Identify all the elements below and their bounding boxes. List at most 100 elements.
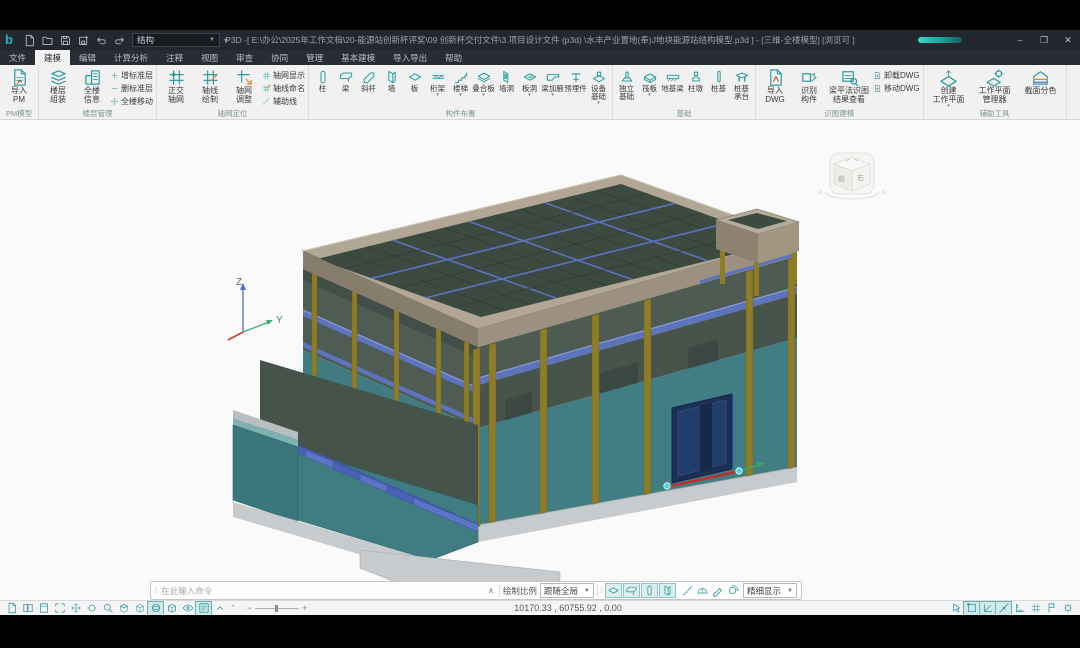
tab-10[interactable]: 导入导出 [384, 50, 436, 65]
ribbon-button[interactable]: 柱 [311, 66, 334, 109]
tab-3[interactable]: 计算分析 [105, 50, 157, 65]
orbit-3d-icon[interactable] [148, 602, 163, 615]
ribbon-button[interactable]: 板洞▾ [518, 66, 541, 109]
new-button[interactable] [21, 32, 37, 48]
selection-grip[interactable] [736, 468, 742, 474]
viewports-icon[interactable] [20, 602, 35, 615]
tab-0[interactable]: 文件 [0, 50, 35, 65]
visibility-icon[interactable] [180, 602, 195, 615]
tab-5[interactable]: 视图 [192, 50, 227, 65]
tab-11[interactable]: 帮助 [436, 50, 471, 65]
ribbon-small-button[interactable]: 辅助线 [262, 95, 305, 107]
ribbon-button[interactable]: 预埋件 [564, 66, 587, 109]
command-input[interactable] [159, 585, 483, 597]
model-3d-view[interactable]: Z Y 前 右 [0, 120, 1080, 600]
orbit-icon[interactable] [725, 583, 740, 598]
sheet-icon[interactable] [36, 602, 51, 615]
toggle-beam-display[interactable] [623, 583, 640, 598]
protractor-icon[interactable] [695, 583, 710, 598]
open-button[interactable] [39, 32, 55, 48]
ribbon-small-button[interactable]: 轴网显示 [262, 69, 305, 81]
save-button[interactable] [57, 32, 73, 48]
snap-line-icon[interactable] [996, 602, 1011, 615]
ribbon-button[interactable]: 轴网 调整 [227, 66, 261, 109]
ribbon-button[interactable]: 梁加腋▾ [541, 66, 564, 109]
zoom-slider[interactable]: − + [247, 603, 308, 613]
collapse-button[interactable]: ∧ [486, 586, 496, 595]
viewport[interactable]: Z Y 前 右 ⁞ ∧ 绘制比例 跟随全局 [0, 120, 1080, 600]
ribbon-small-button[interactable]: 卸载DWG [873, 69, 920, 81]
ribbon-button[interactable]: 楼梯▾ [449, 66, 472, 109]
gear-icon[interactable] [1060, 602, 1075, 615]
shade-mode-icon[interactable] [164, 602, 179, 615]
tab-7[interactable]: 协同 [262, 50, 297, 65]
view-e-icon[interactable] [132, 602, 147, 615]
tab-1[interactable]: 建模 [35, 50, 70, 65]
save-as-button[interactable] [75, 32, 91, 48]
view-n-icon[interactable] [116, 602, 131, 615]
tab-9[interactable]: 基本建模 [332, 50, 384, 65]
selection-grip[interactable] [664, 483, 670, 489]
ribbon-button[interactable]: 轴线 绘制 [193, 66, 227, 109]
ribbon-button[interactable]: 识别 构件 [792, 66, 826, 109]
marker-icon[interactable] [1044, 602, 1059, 615]
ribbon-small-button[interactable]: 移动DWG [873, 82, 920, 94]
slider-track[interactable] [255, 608, 299, 609]
toggle-col-display[interactable] [641, 583, 658, 598]
ribbon-button[interactable]: 导入 DWG [758, 66, 792, 109]
toggle-wall-display[interactable] [659, 583, 676, 598]
fit-extents-icon[interactable] [52, 602, 67, 615]
drag-handle-icon[interactable]: ⁞ [155, 586, 156, 595]
ribbon-button[interactable]: 斜杆 [357, 66, 380, 109]
tab-4[interactable]: 注释 [157, 50, 192, 65]
close-button[interactable]: ✕ [1056, 30, 1080, 50]
ribbon-button[interactable]: 柱墩 [684, 66, 707, 109]
snap-angle-icon[interactable] [980, 602, 995, 615]
ribbon-button[interactable]: 独立 基础 [615, 66, 638, 109]
slider-knob[interactable] [275, 605, 278, 612]
grid-snap-icon[interactable] [1028, 602, 1043, 615]
drag-handle-icon[interactable]: ⁞ [601, 586, 602, 595]
ribbon-button[interactable]: 正交 轴网 [159, 66, 193, 109]
tab-2[interactable]: 编辑 [70, 50, 105, 65]
minimize-button[interactable]: – [1008, 30, 1032, 50]
ribbon-button[interactable]: 全楼 信息 [75, 66, 109, 109]
ruler-icon[interactable] [1012, 602, 1027, 615]
zoom-out-button[interactable]: − [247, 603, 252, 613]
ribbon-button[interactable]: 地基梁 [661, 66, 684, 109]
ribbon-button[interactable]: 梁平法识图 结果查看 [826, 66, 872, 109]
redo-button[interactable] [111, 32, 127, 48]
ribbon-small-button[interactable]: 增标准层 [110, 69, 153, 81]
ribbon-button[interactable]: 楼层 组装 [41, 66, 75, 109]
ribbon-button[interactable]: 导入 PM [2, 66, 36, 109]
ribbon-button[interactable]: 桩基 [707, 66, 730, 109]
ribbon-button[interactable]: 创建 工作平面▾ [926, 66, 972, 109]
profile-dropdown[interactable]: 结构 ▼ [132, 33, 220, 47]
pan-icon[interactable] [68, 602, 83, 615]
ribbon-button[interactable]: 墙 [380, 66, 403, 109]
ribbon-button[interactable]: 板 [403, 66, 426, 109]
ribbon-small-button[interactable]: 全楼移动 [110, 95, 153, 107]
ribbon-button[interactable]: 梁 [334, 66, 357, 109]
collapse-icon[interactable] [212, 602, 227, 615]
ribbon-small-button[interactable]: 删标准层 [110, 82, 153, 94]
select-cursor-icon[interactable] [948, 602, 963, 615]
zoom-in-button[interactable]: + [302, 603, 307, 613]
tab-8[interactable]: 管理 [297, 50, 332, 65]
collapse-icon[interactable]: ⌃ [227, 604, 239, 612]
ribbon-button[interactable]: 墙洞 [495, 66, 518, 109]
zoom-icon[interactable] [100, 602, 115, 615]
ribbon-button[interactable]: 叠合板▾ [472, 66, 495, 109]
ribbon-button[interactable]: 工作平面 管理器 [972, 66, 1018, 109]
view-cube[interactable]: 前 右 [819, 153, 885, 199]
detail-display-dropdown[interactable]: 精细显示 ▼ [743, 583, 797, 598]
ribbon-button[interactable]: 设备 基础▾ [587, 66, 610, 109]
ribbon-button[interactable]: 筏板▾ [638, 66, 661, 109]
restore-button[interactable]: ❐ [1032, 30, 1056, 50]
new-doc-icon[interactable] [4, 602, 19, 615]
tab-6[interactable]: 审查 [227, 50, 262, 65]
measure-icon[interactable] [680, 583, 695, 598]
orbit-h-icon[interactable] [84, 602, 99, 615]
ribbon-button[interactable]: 桩基 承台 [730, 66, 753, 109]
ribbon-button[interactable]: 截面分色 [1018, 66, 1064, 109]
